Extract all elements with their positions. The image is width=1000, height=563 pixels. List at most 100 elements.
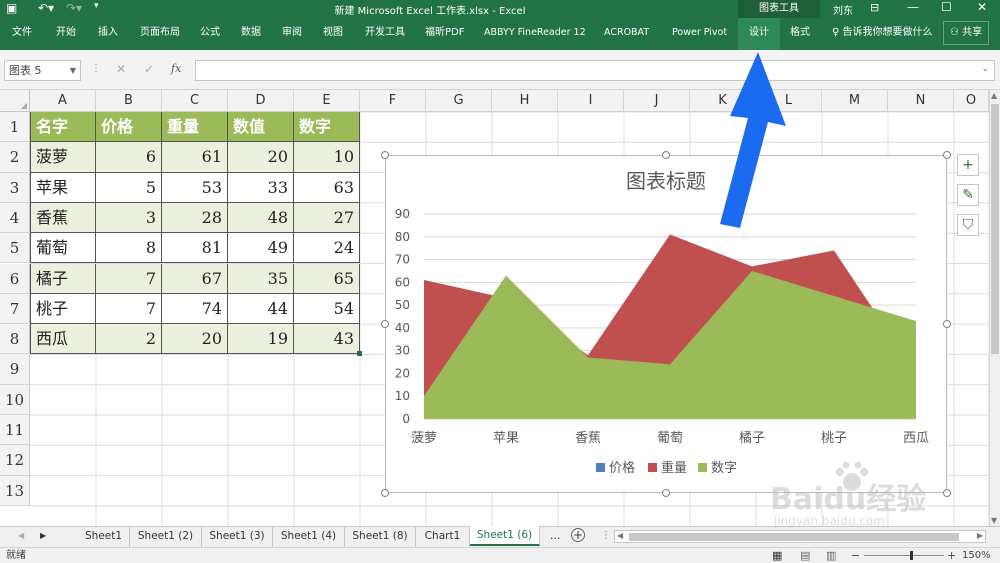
tab-formulas[interactable]: 公式 bbox=[200, 18, 220, 50]
table-cell[interactable]: 西瓜 bbox=[30, 324, 96, 355]
tab-foxit-pdf[interactable]: 福昕PDF bbox=[425, 18, 464, 50]
scroll-left-icon[interactable]: ◀ bbox=[617, 531, 623, 540]
table-cell[interactable]: 6 bbox=[96, 142, 162, 173]
table-cell[interactable]: 35 bbox=[228, 263, 294, 294]
resize-handle[interactable] bbox=[943, 320, 951, 328]
table-cell[interactable]: 81 bbox=[162, 233, 228, 264]
minimize-icon[interactable]: — bbox=[907, 0, 919, 14]
tab-acrobat[interactable]: ACROBAT bbox=[604, 18, 649, 50]
tab-home[interactable]: 开始 bbox=[56, 18, 76, 50]
table-cell[interactable]: 香蕉 bbox=[30, 202, 96, 234]
sheet-tab[interactable]: Sheet1 (8) bbox=[345, 527, 416, 547]
area-chart[interactable]: 图表标题 0 10 20 30 40 50 60 70 80 90 菠萝 苹果 香蕉 葡萄 橘子 桃子 西瓜 价格 重… bbox=[385, 155, 947, 493]
chart-filter-button[interactable]: ⛉ bbox=[957, 214, 979, 236]
table-cell[interactable]: 43 bbox=[294, 324, 360, 355]
hscroll-thumb[interactable] bbox=[629, 533, 959, 541]
table-cell[interactable]: 24 bbox=[294, 233, 360, 264]
sheet-tab[interactable]: Sheet1 (3) bbox=[202, 527, 273, 547]
more-sheets-button[interactable]: ... bbox=[550, 529, 561, 542]
page-layout-view-icon[interactable]: ▤ bbox=[800, 548, 810, 563]
scroll-thumb[interactable] bbox=[991, 104, 999, 354]
name-box[interactable]: 图表 5 ▼ bbox=[4, 60, 81, 81]
tab-power-pivot[interactable]: Power Pivot bbox=[672, 18, 727, 50]
table-cell[interactable]: 7 bbox=[96, 293, 162, 325]
resize-handle[interactable] bbox=[943, 151, 951, 159]
chart-elements-button[interactable]: + bbox=[957, 154, 979, 176]
tab-chart-format[interactable]: 格式 bbox=[780, 18, 820, 50]
table-cell[interactable]: 27 bbox=[294, 202, 360, 234]
table-cell[interactable]: 5 bbox=[96, 172, 162, 203]
vertical-scrollbar[interactable]: ▲ ▼ bbox=[989, 90, 1000, 526]
table-cell[interactable]: 49 bbox=[228, 233, 294, 264]
table-cell[interactable]: 48 bbox=[228, 202, 294, 234]
tell-me-box[interactable]: ♀ 告诉我你想要做什么 bbox=[832, 18, 933, 50]
table-cell[interactable]: 54 bbox=[294, 293, 360, 325]
prev-sheet-icon[interactable]: ◀ bbox=[18, 531, 24, 540]
zoom-in-icon[interactable]: + bbox=[947, 548, 956, 563]
tab-split-icon[interactable]: ⋮ bbox=[601, 530, 611, 541]
table-cell[interactable]: 8 bbox=[96, 233, 162, 264]
tab-page-layout[interactable]: 页面布局 bbox=[140, 18, 180, 50]
sheet-tab[interactable]: Sheet1 (2) bbox=[130, 527, 202, 547]
table-header-cell[interactable]: 价格 bbox=[96, 112, 162, 143]
next-sheet-icon[interactable]: ▶ bbox=[40, 531, 46, 540]
chevron-down-icon[interactable]: ▼ bbox=[70, 61, 76, 80]
sheet-tab[interactable]: Sheet1 (4) bbox=[273, 527, 345, 547]
insert-function-icon[interactable]: fx bbox=[171, 62, 181, 75]
page-break-view-icon[interactable]: ▥ bbox=[826, 548, 836, 563]
table-cell[interactable]: 63 bbox=[294, 172, 360, 203]
maximize-icon[interactable]: ☐ bbox=[941, 0, 952, 14]
table-cell[interactable]: 10 bbox=[294, 142, 360, 173]
table-cell[interactable]: 20 bbox=[162, 324, 228, 355]
resize-handle[interactable] bbox=[662, 151, 670, 159]
table-cell[interactable]: 67 bbox=[162, 263, 228, 294]
table-cell[interactable]: 橘子 bbox=[30, 263, 96, 294]
tab-file[interactable]: 文件 bbox=[12, 18, 32, 50]
table-header-cell[interactable]: 数字 bbox=[294, 112, 360, 143]
sheet-tab[interactable]: Sheet1 (6) bbox=[470, 526, 540, 546]
zoom-level[interactable]: 150% bbox=[962, 548, 991, 563]
cancel-icon[interactable]: ✕ bbox=[116, 62, 126, 76]
tab-review[interactable]: 审阅 bbox=[282, 18, 302, 50]
table-cell[interactable]: 28 bbox=[162, 202, 228, 234]
table-cell[interactable]: 19 bbox=[228, 324, 294, 355]
drag-handle-icon[interactable]: ⋮ bbox=[91, 63, 101, 74]
formula-input[interactable]: ⌄ bbox=[195, 60, 995, 81]
sheet-tab[interactable]: Chart1 bbox=[416, 527, 470, 547]
normal-view-icon[interactable]: ▦ bbox=[772, 548, 782, 563]
table-cell[interactable]: 74 bbox=[162, 293, 228, 325]
tab-data[interactable]: 数据 bbox=[241, 18, 261, 50]
resize-handle[interactable] bbox=[662, 489, 670, 497]
table-cell[interactable]: 44 bbox=[228, 293, 294, 325]
table-cell[interactable]: 葡萄 bbox=[30, 233, 96, 264]
zoom-out-icon[interactable]: − bbox=[851, 548, 860, 563]
tab-view[interactable]: 视图 bbox=[323, 18, 343, 50]
tab-chart-design[interactable]: 设计 bbox=[738, 18, 780, 50]
zoom-slider-thumb[interactable] bbox=[910, 551, 913, 560]
zoom-slider[interactable] bbox=[864, 551, 944, 560]
table-cell[interactable]: 桃子 bbox=[30, 293, 96, 325]
enter-icon[interactable]: ✓ bbox=[144, 62, 154, 76]
tab-insert[interactable]: 插入 bbox=[98, 18, 118, 50]
tab-abbyy[interactable]: ABBYY FineReader 12 bbox=[484, 18, 586, 50]
resize-handle[interactable] bbox=[381, 151, 389, 159]
table-cell[interactable]: 53 bbox=[162, 172, 228, 203]
table-cell[interactable]: 苹果 bbox=[30, 172, 96, 203]
table-cell[interactable]: 菠萝 bbox=[30, 142, 96, 173]
resize-handle[interactable] bbox=[381, 320, 389, 328]
table-cell[interactable]: 65 bbox=[294, 263, 360, 294]
resize-handle[interactable] bbox=[381, 489, 389, 497]
tab-developer[interactable]: 开发工具 bbox=[365, 18, 405, 50]
share-button[interactable]: ⚇ 共享 bbox=[943, 21, 989, 45]
table-cell[interactable]: 61 bbox=[162, 142, 228, 173]
scroll-down-icon[interactable]: ▼ bbox=[991, 516, 997, 525]
table-header-cell[interactable]: 名字 bbox=[30, 112, 96, 143]
table-cell[interactable]: 3 bbox=[96, 202, 162, 234]
expand-formula-icon[interactable]: ⌄ bbox=[981, 64, 989, 74]
horizontal-scrollbar[interactable]: ◀ ▶ bbox=[614, 530, 986, 543]
new-sheet-button[interactable]: + bbox=[571, 528, 585, 542]
fill-handle[interactable] bbox=[357, 351, 362, 357]
table-cell[interactable]: 33 bbox=[228, 172, 294, 203]
table-cell[interactable]: 20 bbox=[228, 142, 294, 173]
table-cell[interactable]: 2 bbox=[96, 324, 162, 355]
